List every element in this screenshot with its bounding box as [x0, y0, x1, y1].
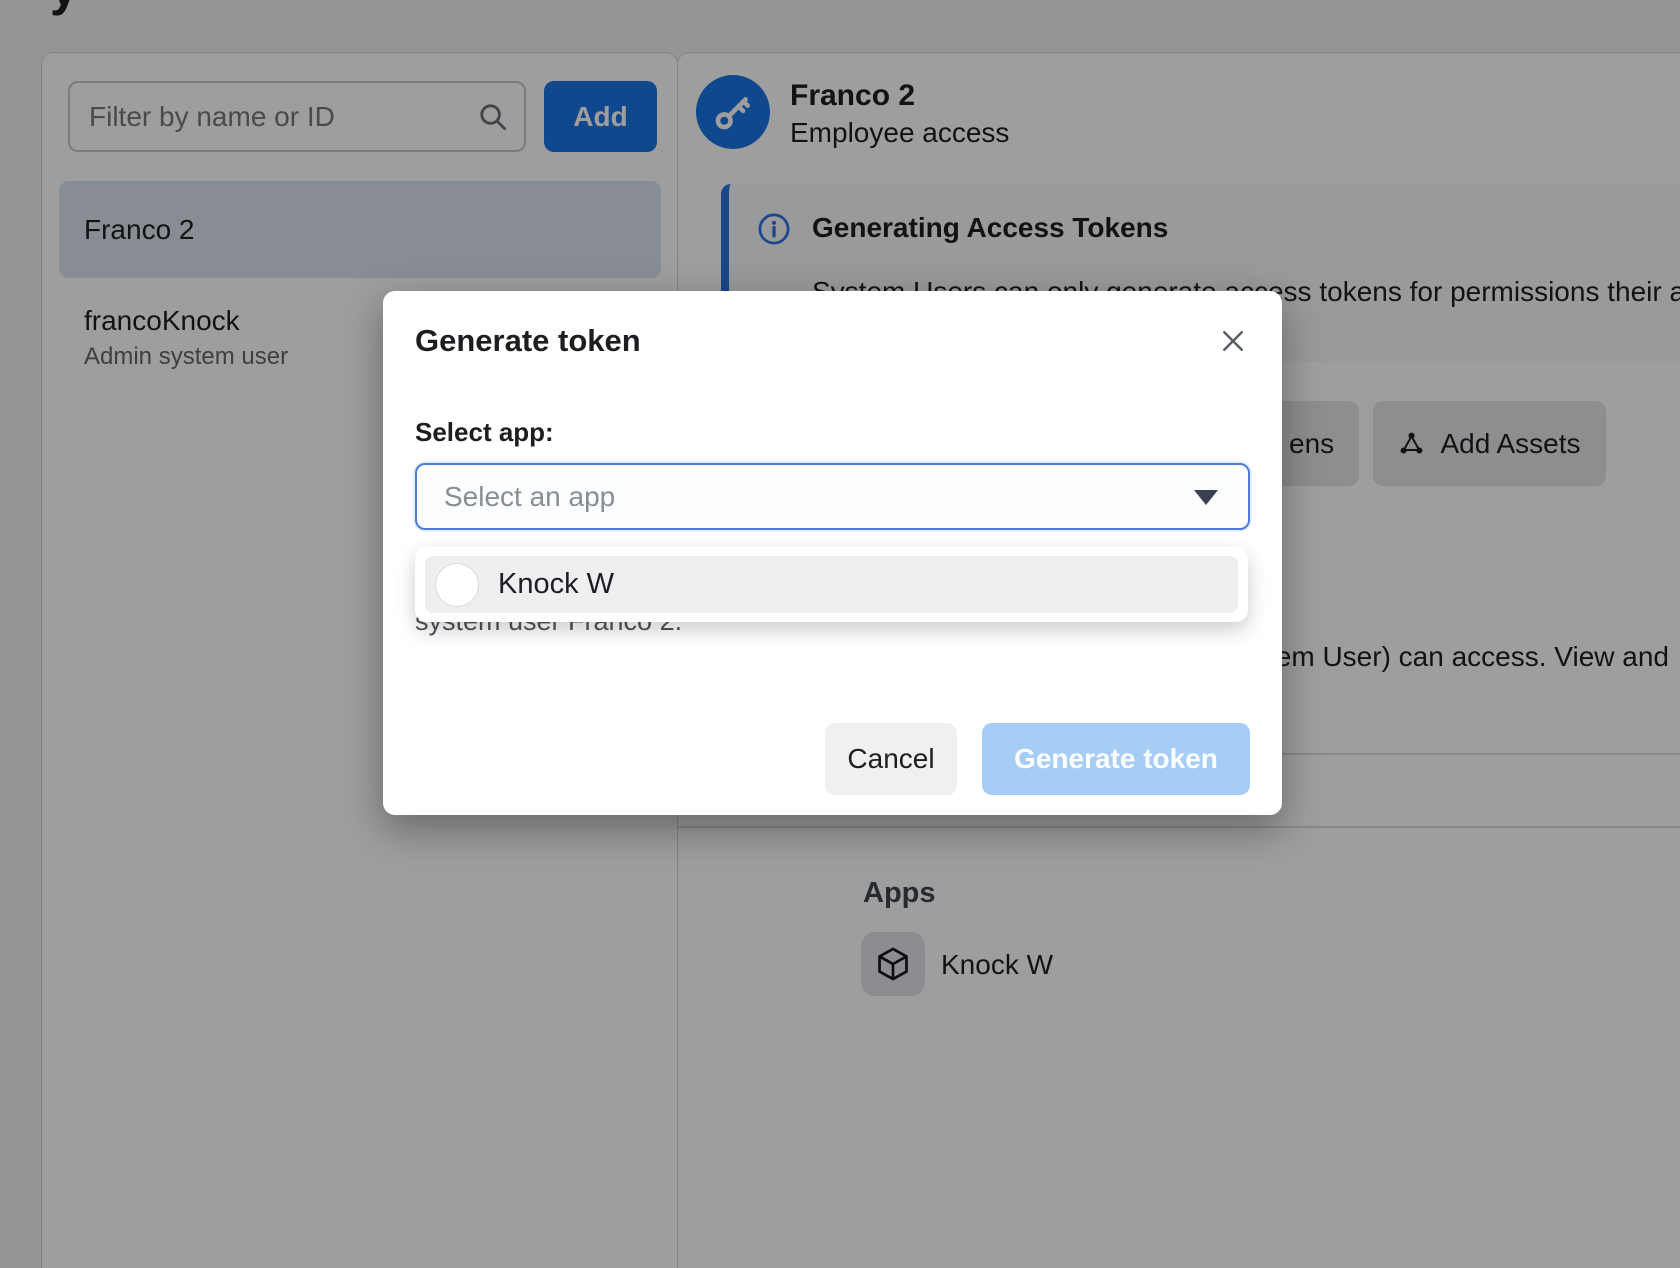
- app-option-knock-w[interactable]: Knock W: [425, 556, 1238, 613]
- app-option-label: Knock W: [498, 568, 614, 601]
- cancel-button[interactable]: Cancel: [825, 723, 957, 795]
- app-options-popover: Knock W: [415, 547, 1248, 622]
- business-settings-page: y Add Franco 2 francoKnock Admin system …: [0, 0, 1680, 1268]
- generate-token-button[interactable]: Generate token: [982, 723, 1250, 795]
- select-placeholder: Select an app: [444, 465, 615, 528]
- chevron-down-icon: [1194, 490, 1218, 505]
- generate-token-modal: Generate token Select app: Select an app…: [383, 291, 1282, 815]
- app-select-dropdown[interactable]: Select an app: [415, 463, 1250, 530]
- close-icon[interactable]: [1211, 319, 1255, 363]
- select-app-label: Select app:: [415, 417, 554, 448]
- app-avatar: [435, 563, 479, 607]
- modal-title: Generate token: [415, 323, 641, 359]
